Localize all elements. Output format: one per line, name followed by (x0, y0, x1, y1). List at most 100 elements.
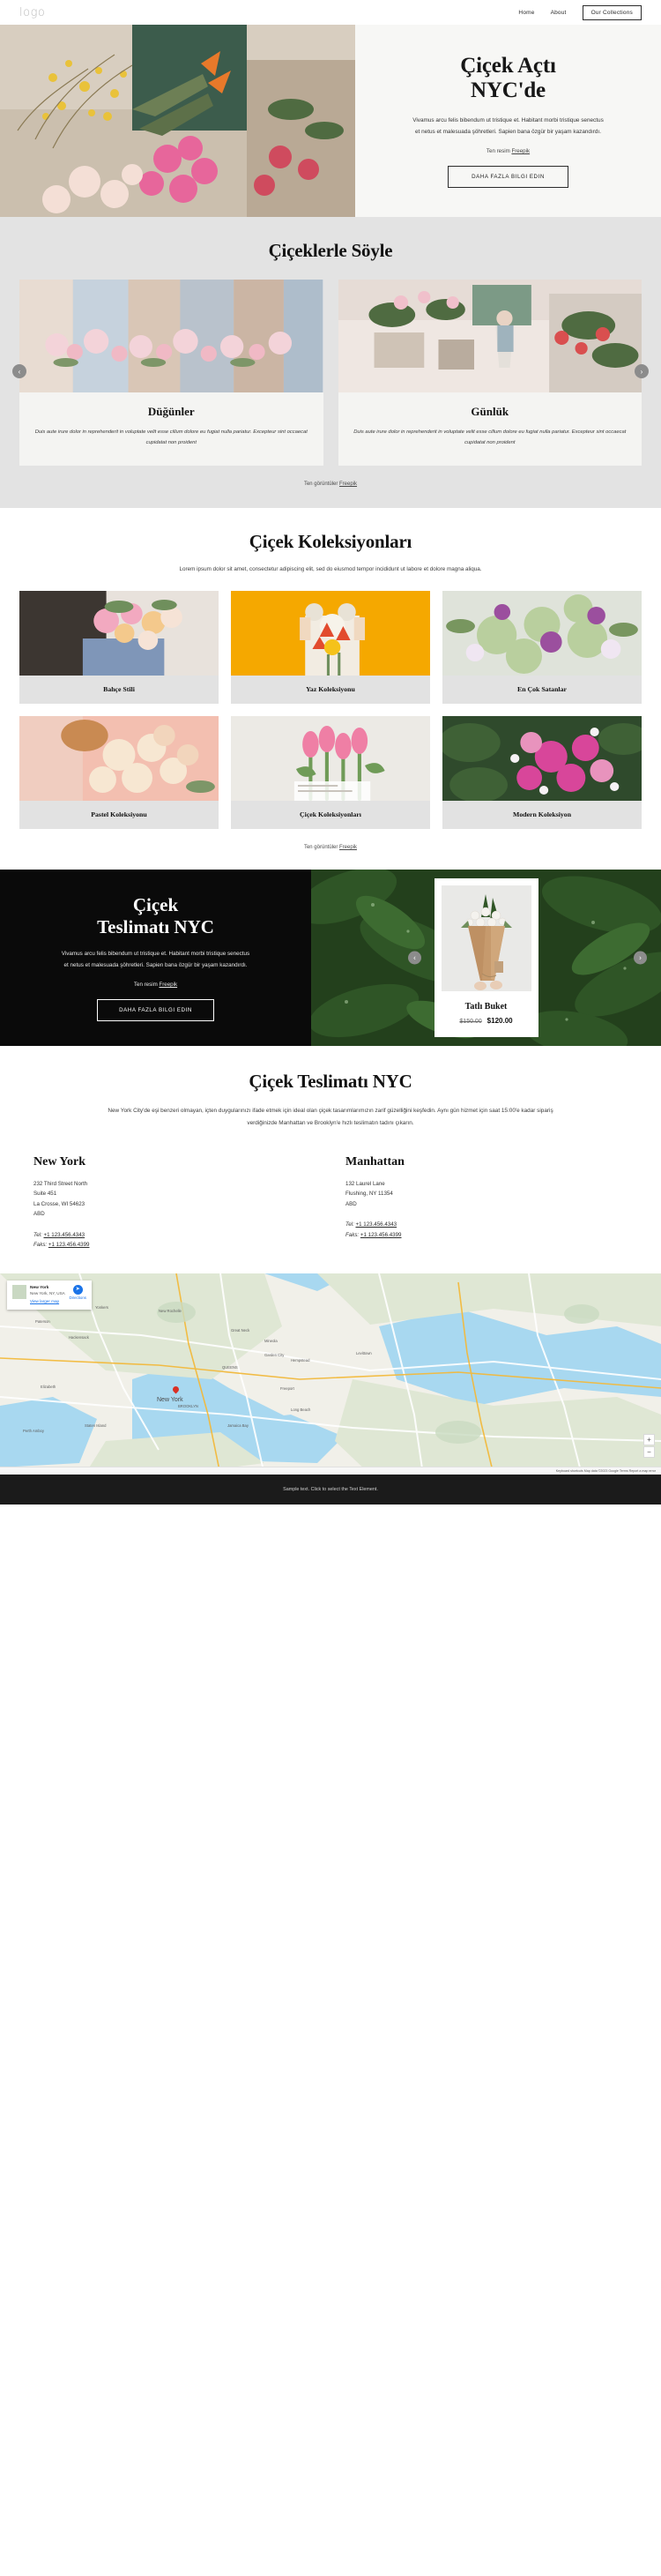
address-lines: 132 Laurel Lane Flushing, NY 11354 ABD (345, 1179, 628, 1209)
collections-grid: Bahçe Stili Yaz Koleksiyonu En Çok Satan… (0, 591, 661, 830)
nav-item-home[interactable]: Home (518, 10, 534, 16)
contact-intro: New York City'de eşi benzeri olmayan, iç… (108, 1108, 553, 1126)
say-credit-prefix: Ten görüntüler (303, 482, 339, 488)
say-card-text: Duis aute irure dolor in reprehenderit i… (34, 429, 308, 445)
collection-item[interactable]: Çiçek Koleksiyonları (231, 716, 430, 830)
hero-content: Çiçek Açtı NYC'de Vivamus arcu felis bib… (355, 25, 661, 217)
hero-title: Çiçek Açtı NYC'de (460, 54, 556, 103)
say-cards-carousel: ‹ › Düğünler Duis aute irure dolor in re… (0, 280, 661, 467)
say-card-image (19, 280, 323, 392)
collection-item[interactable]: En Çok Satanlar (442, 591, 642, 705)
product-next-icon[interactable]: › (634, 951, 647, 965)
product-prev-icon[interactable]: ‹ (408, 951, 421, 965)
delivery-credit-link[interactable]: Freepik (159, 982, 177, 988)
address-block: New York 232 Third Street North Suite 45… (33, 1155, 316, 1251)
say-card-title: Düğünler (147, 405, 195, 418)
carousel-prev-icon[interactable]: ‹ (12, 364, 26, 378)
address-line: ABD (345, 1200, 357, 1207)
address-line: Suite 451 (33, 1191, 57, 1198)
delivery-credit: Ten resim Freepik (134, 982, 177, 988)
hero-title-line-2: NYC'de (471, 78, 546, 102)
address-line: 232 Third Street North (33, 1180, 88, 1187)
contact-section: Çiçek Teslimatı NYC New York City'de eşi… (0, 1046, 661, 1274)
delivery-content: Çiçek Teslimatı NYC Vivamus arcu felis b… (0, 870, 311, 1047)
fax-value[interactable]: +1 123.456.4399 (48, 1242, 90, 1248)
address-lines: 232 Third Street North Suite 451 La Cros… (33, 1179, 316, 1220)
say-card[interactable]: Düğünler Duis aute irure dolor in repreh… (19, 280, 323, 467)
nav-item-our-collections[interactable]: Our Collections (582, 4, 642, 20)
collection-caption: En Çok Satanlar (517, 685, 567, 694)
map-zoom-in-button[interactable]: + (643, 1434, 655, 1446)
map-attribution-text: Keyboard shortcuts Map data ©2023 Google… (555, 1469, 656, 1474)
map-place-address: New York, NY, USA (30, 1291, 65, 1296)
collection-image (442, 716, 642, 802)
fax-value[interactable]: +1 123.456.4399 (360, 1232, 402, 1238)
product-price-old: $150.00 (459, 1019, 482, 1026)
say-card-image (338, 280, 642, 392)
map-place-name: New York (30, 1286, 49, 1291)
tel-value[interactable]: +1 123.456.4343 (355, 1221, 397, 1228)
map-directions-button[interactable]: ➤ Directions (69, 1285, 86, 1305)
delivery-credit-prefix: Ten resim (133, 982, 160, 989)
address-title: New York (33, 1154, 85, 1169)
address-block: Manhattan 132 Laurel Lane Flushing, NY 1… (345, 1155, 628, 1251)
say-section-title: Çiçeklerle Söyle (268, 240, 393, 261)
map-embed[interactable]: New York New York, NY, USA View larger m… (0, 1273, 661, 1475)
delivery-title-line-1: Çiçek (132, 894, 179, 916)
fax-label: Faks: (345, 1231, 360, 1238)
landing-page: logo Home About Our Collections Çiçek Aç… (0, 0, 661, 1505)
collection-item[interactable]: Yaz Koleksiyonu (231, 591, 430, 705)
hero-section: Çiçek Açtı NYC'de Vivamus arcu felis bib… (0, 25, 661, 217)
site-header: logo Home About Our Collections (0, 0, 661, 25)
delivery-cta-button[interactable]: DAHA FAZLA BILGI EDIN (97, 999, 214, 1022)
collection-image (442, 591, 642, 676)
collection-item[interactable]: Bahçe Stili (19, 591, 219, 705)
collections-credit-link[interactable]: Freepik (339, 845, 357, 850)
site-footer: Sample text. Click to select the Text El… (0, 1475, 661, 1505)
collection-caption: Modern Koleksiyon (512, 810, 572, 819)
footer-text[interactable]: Sample text. Click to select the Text El… (283, 1487, 378, 1492)
address-contact: Tel: +1 123.456.4343 Faks: +1 123.456.43… (345, 1220, 628, 1241)
address-line: Flushing, NY 11354 (345, 1191, 393, 1198)
map-zoom-out-button[interactable]: − (643, 1446, 655, 1459)
address-line: La Crosse, WI 54623 (33, 1200, 85, 1207)
address-line: ABD (33, 1211, 45, 1218)
map-info-card[interactable]: New York New York, NY, USA View larger m… (7, 1281, 92, 1310)
collections-credit-prefix: Ten görüntüler (303, 845, 339, 851)
collection-item[interactable]: Modern Koleksiyon (442, 716, 642, 830)
product-price: $150.00 $120.00 (442, 1017, 531, 1025)
collection-caption: Çiçek Koleksiyonları (300, 810, 361, 819)
map-directions-label: Directions (69, 1295, 86, 1301)
address-title: Manhattan (345, 1154, 405, 1169)
nav-item-about[interactable]: About (551, 10, 567, 16)
collection-item[interactable]: Pastel Koleksiyonu (19, 716, 219, 830)
say-card-text: Duis aute irure dolor in reprehenderit i… (353, 429, 627, 445)
delivery-title-line-2: Teslimatı NYC (97, 915, 214, 937)
tel-label: Tel: (33, 1231, 42, 1238)
say-with-flowers-section: Çiçeklerle Söyle ‹ › Düğünler Duis aute … (0, 217, 661, 509)
map-larger-link[interactable]: View larger map (30, 1299, 65, 1305)
tel-value[interactable]: +1 123.456.4343 (43, 1232, 85, 1238)
tel-label: Tel: (345, 1221, 354, 1228)
contact-title: Çiçek Teslimatı NYC (249, 1071, 412, 1093)
delivery-title: Çiçek Teslimatı NYC (97, 894, 214, 937)
map-thumbnail (12, 1285, 26, 1300)
delivery-paragraph: Vivamus arcu felis bibendum ut tristique… (61, 950, 250, 968)
collection-caption: Pastel Koleksiyonu (91, 810, 147, 819)
collection-image (231, 591, 430, 676)
hero-paragraph: Vivamus arcu felis bibendum ut tristique… (412, 116, 604, 135)
say-section-credit: Ten görüntüler Freepik (0, 482, 661, 487)
logo[interactable]: logo (19, 6, 45, 19)
carousel-next-icon[interactable]: › (635, 364, 649, 378)
product-card[interactable]: Tatlı Buket $150.00 $120.00 (434, 878, 538, 1038)
hero-cta-button[interactable]: DAHA FAZLA BILGI EDIN (448, 166, 568, 189)
map-attribution-bar: Keyboard shortcuts Map data ©2023 Google… (0, 1467, 661, 1475)
product-image (441, 885, 531, 992)
collections-section: Çiçek Koleksiyonları Lorem ipsum dolor s… (0, 508, 661, 870)
say-credit-link[interactable]: Freepik (339, 482, 357, 487)
directions-icon: ➤ (72, 1285, 83, 1295)
hero-credit-link[interactable]: Freepik (511, 148, 530, 154)
collection-image (231, 716, 430, 802)
hero-credit-prefix: Ten resim (486, 148, 512, 155)
say-card[interactable]: Günlük Duis aute irure dolor in reprehen… (338, 280, 642, 467)
